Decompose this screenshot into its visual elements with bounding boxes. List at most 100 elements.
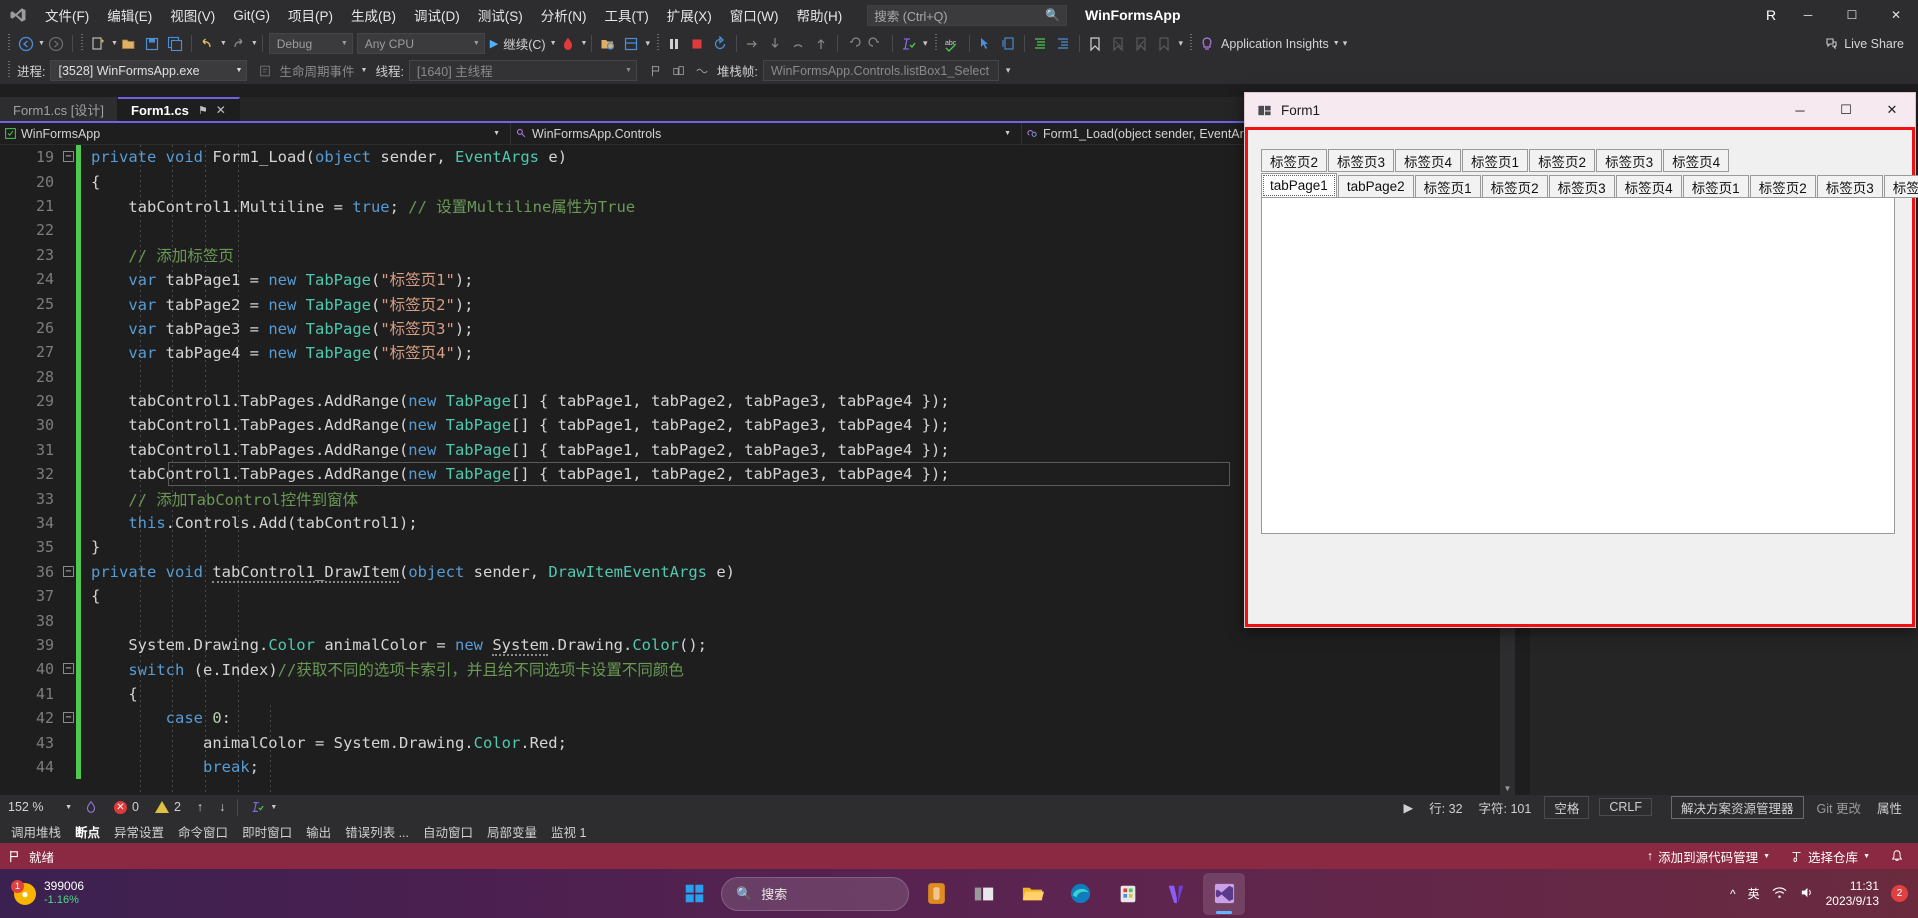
memory-window-icon[interactable] <box>619 32 642 55</box>
code-text[interactable]: // 添加TabControl控件到窗体 <box>81 488 358 510</box>
outdent-icon[interactable] <box>1052 32 1075 55</box>
code-text[interactable]: { <box>81 587 100 605</box>
glyph-margin[interactable] <box>62 462 76 486</box>
glyph-margin[interactable] <box>62 486 76 510</box>
code-text[interactable]: tabControl1.TabPages.AddRange(new TabPag… <box>81 465 949 483</box>
taskbar-app-widget[interactable] <box>915 873 957 915</box>
tab-page-header[interactable]: tabPage2 <box>1337 175 1414 198</box>
show-threads-icon[interactable] <box>668 59 691 82</box>
tab-page-header[interactable]: 标签页2 <box>1261 149 1328 172</box>
taskbar-app-explorer[interactable] <box>1011 873 1053 915</box>
undo-dropdown-icon[interactable]: ▼ <box>220 40 227 47</box>
collapse-region-icon[interactable]: − <box>63 711 74 723</box>
line-endings[interactable]: CRLF <box>1599 798 1653 816</box>
code-text[interactable]: switch (e.Index)//获取不同的选项卡索引，并且给不同选项卡设置不… <box>81 658 684 680</box>
menu-analyze[interactable]: 分析(N) <box>532 0 596 30</box>
glyph-margin[interactable] <box>62 218 76 242</box>
toolbar-grip[interactable] <box>655 34 661 53</box>
code-text[interactable]: { <box>81 685 137 703</box>
tab-page-header[interactable]: 标签页1 <box>1414 175 1481 198</box>
navigate-back-icon[interactable] <box>14 32 37 55</box>
solution-explorer-tab[interactable]: 解决方案资源管理器 <box>1671 795 1804 819</box>
glyph-margin[interactable] <box>62 413 76 437</box>
form1-title-bar[interactable]: Form1 ─ ☐ ✕ <box>1245 93 1915 127</box>
form1-window[interactable]: Form1 ─ ☐ ✕ 标签页2 标签页3 标签页4 标签页1 标签页2 标签页3 标签页4… <box>1244 92 1918 628</box>
menu-view[interactable]: 视图(V) <box>161 0 224 30</box>
clear-bookmarks-icon[interactable] <box>1153 32 1176 55</box>
menu-help[interactable]: 帮助(H) <box>787 0 851 30</box>
toolbar-overflow-icon[interactable]: ▾ <box>1176 32 1187 55</box>
navigate-back-dropdown-icon[interactable]: ▼ <box>38 40 45 47</box>
glyph-margin[interactable] <box>62 682 76 706</box>
stop-debugging-icon[interactable] <box>686 32 709 55</box>
toolbar-overflow-icon[interactable]: ▾ <box>642 32 653 55</box>
tab-page-header[interactable]: 标签页4 <box>1615 175 1682 198</box>
tool-window-tab[interactable]: 错误列表 ... <box>338 819 416 843</box>
tab-page-header[interactable]: 标签页2 <box>1481 175 1548 198</box>
show-hidden-icons-icon[interactable]: ^ <box>1730 887 1736 901</box>
glyph-margin[interactable] <box>62 438 76 462</box>
tab-page-header[interactable]: 标签页3 <box>1328 149 1395 172</box>
menu-file[interactable]: 文件(F) <box>36 0 98 30</box>
code-text[interactable]: { <box>81 173 100 191</box>
glyph-margin[interactable] <box>62 291 76 315</box>
tab-form1-designer[interactable]: Form1.cs [设计] <box>0 97 119 121</box>
tab-page-header[interactable]: tabPage1 <box>1261 173 1337 198</box>
next-issue-button[interactable]: ↓ <box>211 800 233 814</box>
navigate-forward-icon[interactable] <box>45 32 68 55</box>
close-button[interactable]: ✕ <box>1874 0 1918 30</box>
redo-dropdown-icon[interactable]: ▼ <box>251 40 258 47</box>
glyph-margin[interactable] <box>62 389 76 413</box>
tool-window-tab[interactable]: 即时窗口 <box>235 819 299 843</box>
scroll-down-icon[interactable]: ▼ <box>1500 781 1515 795</box>
collapse-region-icon[interactable]: − <box>63 663 74 675</box>
taskbar-app-v[interactable] <box>1155 873 1197 915</box>
navbar-project-dropdown[interactable]: WinFormsApp ▼ <box>0 123 510 145</box>
start-button[interactable] <box>673 873 715 915</box>
thread-combo[interactable]: [1640] 主线程 ▼ <box>408 60 637 81</box>
ime-language-indicator[interactable]: 英 <box>1748 885 1760 902</box>
code-text[interactable]: private void Form1_Load(object sender, E… <box>81 148 567 166</box>
hot-reload-icon[interactable] <box>557 32 580 55</box>
toolbar-overflow-icon[interactable]: ▾ <box>920 32 931 55</box>
tab-page-header[interactable]: 标签页4 <box>1663 149 1730 172</box>
pin-icon[interactable]: ⚑ <box>198 104 208 117</box>
indentation-mode[interactable]: 空格 <box>1544 795 1590 819</box>
glyph-margin[interactable] <box>62 340 76 364</box>
debugbar-overflow-icon[interactable]: ▾ <box>1003 59 1014 82</box>
collapse-region-icon[interactable]: − <box>63 151 74 162</box>
glyph-margin[interactable] <box>62 730 76 754</box>
code-line[interactable]: 42− case 0: <box>0 705 1530 731</box>
code-text[interactable]: private void tabControl1_DrawItem(object… <box>81 562 735 583</box>
solution-configuration-combo[interactable]: Debug ▼ <box>268 33 353 54</box>
lifecycle-events-icon[interactable] <box>253 59 276 82</box>
tab-page-header[interactable]: 标签页4 <box>1395 149 1462 172</box>
step-into-icon[interactable] <box>764 32 787 55</box>
taskbar-app-edge[interactable] <box>1059 873 1101 915</box>
toolbar-grip[interactable] <box>79 34 85 53</box>
tab-page-header[interactable]: 标签页3 <box>1548 175 1615 198</box>
solution-platform-combo[interactable]: Any CPU ▼ <box>356 33 485 54</box>
step-back-icon[interactable] <box>842 32 865 55</box>
tool-window-tab[interactable]: 命令窗口 <box>171 819 235 843</box>
menu-window[interactable]: 窗口(W) <box>721 0 788 30</box>
indent-icon[interactable] <box>1029 32 1052 55</box>
code-text[interactable]: var tabPage1 = new TabPage("标签页1"); <box>81 268 473 290</box>
stock-widget[interactable]: 1 ● 399006 -1.16% <box>0 879 84 906</box>
tab-page-header[interactable]: 标签页1 <box>1682 175 1749 198</box>
tab-page-header[interactable]: 标签页3 <box>1816 175 1883 198</box>
tab-control[interactable]: 标签页2 标签页3 标签页4 标签页1 标签页2 标签页3 标签页4 tabPage1 tab… <box>1261 149 1918 534</box>
zoom-level-combo[interactable]: 152 % ▼ <box>4 797 76 817</box>
tool-window-tab[interactable]: 断点 <box>68 819 107 843</box>
step-out-icon[interactable] <box>810 32 833 55</box>
code-text[interactable]: } <box>81 538 100 556</box>
previous-issue-button[interactable]: ↑ <box>189 800 211 814</box>
application-insights-button[interactable]: Application Insights <box>1196 32 1332 55</box>
flag-thread-icon[interactable] <box>645 59 668 82</box>
redo-icon[interactable] <box>227 32 250 55</box>
code-text[interactable]: break; <box>81 758 259 776</box>
process-combo[interactable]: [3528] WinFormsApp.exe ▼ <box>50 60 248 81</box>
spell-check-icon[interactable]: abc <box>941 32 965 55</box>
navbar-type-dropdown[interactable]: WinFormsApp.Controls ▼ <box>511 123 1021 145</box>
tool-window-tab[interactable]: 调用堆栈 <box>4 819 68 843</box>
